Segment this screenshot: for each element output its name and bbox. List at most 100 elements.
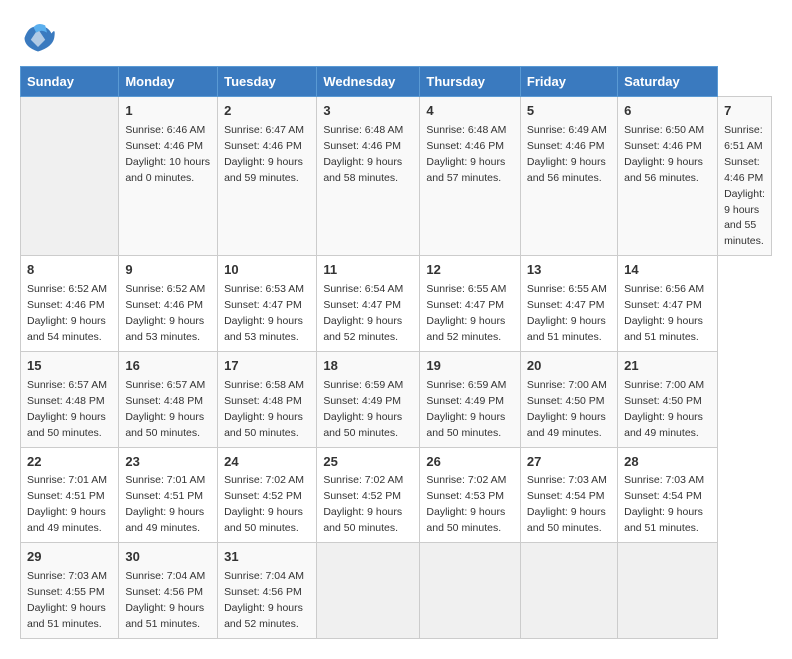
- day-number: 10: [224, 261, 310, 280]
- day-number: 15: [27, 357, 112, 376]
- calendar-week-row: 8 Sunrise: 6:52 AMSunset: 4:46 PMDayligh…: [21, 256, 772, 352]
- day-info: Sunrise: 6:59 AMSunset: 4:49 PMDaylight:…: [426, 379, 506, 439]
- day-number: 27: [527, 453, 611, 472]
- calendar-day-cell: 2 Sunrise: 6:47 AMSunset: 4:46 PMDayligh…: [218, 97, 317, 256]
- calendar-day-cell: 9 Sunrise: 6:52 AMSunset: 4:46 PMDayligh…: [119, 256, 218, 352]
- day-info: Sunrise: 7:04 AMSunset: 4:56 PMDaylight:…: [125, 570, 205, 630]
- day-number: 30: [125, 548, 211, 567]
- calendar-week-row: 29 Sunrise: 7:03 AMSunset: 4:55 PMDaylig…: [21, 543, 772, 639]
- calendar-day-cell: [618, 543, 718, 639]
- day-info: Sunrise: 6:49 AMSunset: 4:46 PMDaylight:…: [527, 124, 607, 184]
- day-number: 20: [527, 357, 611, 376]
- calendar-day-cell: 25 Sunrise: 7:02 AMSunset: 4:52 PMDaylig…: [317, 447, 420, 543]
- day-info: Sunrise: 6:55 AMSunset: 4:47 PMDaylight:…: [527, 283, 607, 343]
- day-info: Sunrise: 7:03 AMSunset: 4:54 PMDaylight:…: [624, 474, 704, 534]
- calendar-day-cell: 11 Sunrise: 6:54 AMSunset: 4:47 PMDaylig…: [317, 256, 420, 352]
- calendar-week-row: 22 Sunrise: 7:01 AMSunset: 4:51 PMDaylig…: [21, 447, 772, 543]
- day-number: 23: [125, 453, 211, 472]
- weekday-header: Thursday: [420, 67, 521, 97]
- calendar-day-cell: 1 Sunrise: 6:46 AMSunset: 4:46 PMDayligh…: [119, 97, 218, 256]
- calendar-day-cell: [520, 543, 617, 639]
- day-number: 8: [27, 261, 112, 280]
- weekday-header: Monday: [119, 67, 218, 97]
- calendar-day-cell: 26 Sunrise: 7:02 AMSunset: 4:53 PMDaylig…: [420, 447, 521, 543]
- calendar-header: SundayMondayTuesdayWednesdayThursdayFrid…: [21, 67, 772, 97]
- day-info: Sunrise: 7:02 AMSunset: 4:53 PMDaylight:…: [426, 474, 506, 534]
- calendar-day-cell: 31 Sunrise: 7:04 AMSunset: 4:56 PMDaylig…: [218, 543, 317, 639]
- calendar-day-cell: 29 Sunrise: 7:03 AMSunset: 4:55 PMDaylig…: [21, 543, 119, 639]
- calendar-day-cell: 7 Sunrise: 6:51 AMSunset: 4:46 PMDayligh…: [718, 97, 772, 256]
- calendar-day-cell: [420, 543, 521, 639]
- day-number: 11: [323, 261, 413, 280]
- day-number: 25: [323, 453, 413, 472]
- day-number: 28: [624, 453, 711, 472]
- day-number: 18: [323, 357, 413, 376]
- day-number: 3: [323, 102, 413, 121]
- weekday-header: Friday: [520, 67, 617, 97]
- day-number: 17: [224, 357, 310, 376]
- weekday-row: SundayMondayTuesdayWednesdayThursdayFrid…: [21, 67, 772, 97]
- calendar-day-cell: 27 Sunrise: 7:03 AMSunset: 4:54 PMDaylig…: [520, 447, 617, 543]
- day-info: Sunrise: 7:01 AMSunset: 4:51 PMDaylight:…: [125, 474, 205, 534]
- day-number: 24: [224, 453, 310, 472]
- calendar-day-cell: 4 Sunrise: 6:48 AMSunset: 4:46 PMDayligh…: [420, 97, 521, 256]
- day-number: 7: [724, 102, 765, 121]
- calendar-day-cell: 23 Sunrise: 7:01 AMSunset: 4:51 PMDaylig…: [119, 447, 218, 543]
- weekday-header: Wednesday: [317, 67, 420, 97]
- calendar: SundayMondayTuesdayWednesdayThursdayFrid…: [20, 66, 772, 639]
- day-number: 19: [426, 357, 514, 376]
- weekday-header: Saturday: [618, 67, 718, 97]
- day-info: Sunrise: 7:02 AMSunset: 4:52 PMDaylight:…: [224, 474, 304, 534]
- calendar-day-cell: 19 Sunrise: 6:59 AMSunset: 4:49 PMDaylig…: [420, 351, 521, 447]
- day-info: Sunrise: 6:55 AMSunset: 4:47 PMDaylight:…: [426, 283, 506, 343]
- calendar-day-cell: 3 Sunrise: 6:48 AMSunset: 4:46 PMDayligh…: [317, 97, 420, 256]
- calendar-day-cell: 30 Sunrise: 7:04 AMSunset: 4:56 PMDaylig…: [119, 543, 218, 639]
- calendar-day-cell: 6 Sunrise: 6:50 AMSunset: 4:46 PMDayligh…: [618, 97, 718, 256]
- calendar-day-cell: 13 Sunrise: 6:55 AMSunset: 4:47 PMDaylig…: [520, 256, 617, 352]
- day-number: 29: [27, 548, 112, 567]
- day-info: Sunrise: 7:01 AMSunset: 4:51 PMDaylight:…: [27, 474, 107, 534]
- day-info: Sunrise: 6:54 AMSunset: 4:47 PMDaylight:…: [323, 283, 403, 343]
- day-number: 4: [426, 102, 514, 121]
- day-info: Sunrise: 6:56 AMSunset: 4:47 PMDaylight:…: [624, 283, 704, 343]
- day-number: 14: [624, 261, 711, 280]
- day-number: 5: [527, 102, 611, 121]
- calendar-day-cell: 24 Sunrise: 7:02 AMSunset: 4:52 PMDaylig…: [218, 447, 317, 543]
- day-info: Sunrise: 6:48 AMSunset: 4:46 PMDaylight:…: [426, 124, 506, 184]
- calendar-day-cell: 8 Sunrise: 6:52 AMSunset: 4:46 PMDayligh…: [21, 256, 119, 352]
- day-info: Sunrise: 7:00 AMSunset: 4:50 PMDaylight:…: [624, 379, 704, 439]
- calendar-week-row: 15 Sunrise: 6:57 AMSunset: 4:48 PMDaylig…: [21, 351, 772, 447]
- day-info: Sunrise: 6:52 AMSunset: 4:46 PMDaylight:…: [125, 283, 205, 343]
- calendar-day-cell: 15 Sunrise: 6:57 AMSunset: 4:48 PMDaylig…: [21, 351, 119, 447]
- calendar-day-cell: 5 Sunrise: 6:49 AMSunset: 4:46 PMDayligh…: [520, 97, 617, 256]
- day-info: Sunrise: 6:47 AMSunset: 4:46 PMDaylight:…: [224, 124, 304, 184]
- day-number: 21: [624, 357, 711, 376]
- weekday-header: Sunday: [21, 67, 119, 97]
- day-number: 13: [527, 261, 611, 280]
- day-number: 31: [224, 548, 310, 567]
- calendar-day-cell: 17 Sunrise: 6:58 AMSunset: 4:48 PMDaylig…: [218, 351, 317, 447]
- calendar-day-cell: [317, 543, 420, 639]
- day-number: 16: [125, 357, 211, 376]
- calendar-day-cell: 12 Sunrise: 6:55 AMSunset: 4:47 PMDaylig…: [420, 256, 521, 352]
- day-info: Sunrise: 6:46 AMSunset: 4:46 PMDaylight:…: [125, 124, 210, 184]
- day-info: Sunrise: 6:59 AMSunset: 4:49 PMDaylight:…: [323, 379, 403, 439]
- logo: [20, 20, 60, 56]
- weekday-header: Tuesday: [218, 67, 317, 97]
- day-number: 2: [224, 102, 310, 121]
- calendar-day-cell: 21 Sunrise: 7:00 AMSunset: 4:50 PMDaylig…: [618, 351, 718, 447]
- day-number: 6: [624, 102, 711, 121]
- day-info: Sunrise: 7:03 AMSunset: 4:55 PMDaylight:…: [27, 570, 107, 630]
- day-info: Sunrise: 7:03 AMSunset: 4:54 PMDaylight:…: [527, 474, 607, 534]
- day-number: 26: [426, 453, 514, 472]
- day-number: 1: [125, 102, 211, 121]
- calendar-day-cell: 28 Sunrise: 7:03 AMSunset: 4:54 PMDaylig…: [618, 447, 718, 543]
- day-number: 22: [27, 453, 112, 472]
- calendar-day-cell: 14 Sunrise: 6:56 AMSunset: 4:47 PMDaylig…: [618, 256, 718, 352]
- day-info: Sunrise: 6:53 AMSunset: 4:47 PMDaylight:…: [224, 283, 304, 343]
- header: [20, 20, 772, 56]
- calendar-day-cell: 18 Sunrise: 6:59 AMSunset: 4:49 PMDaylig…: [317, 351, 420, 447]
- day-info: Sunrise: 6:58 AMSunset: 4:48 PMDaylight:…: [224, 379, 304, 439]
- day-info: Sunrise: 6:52 AMSunset: 4:46 PMDaylight:…: [27, 283, 107, 343]
- calendar-day-cell: [21, 97, 119, 256]
